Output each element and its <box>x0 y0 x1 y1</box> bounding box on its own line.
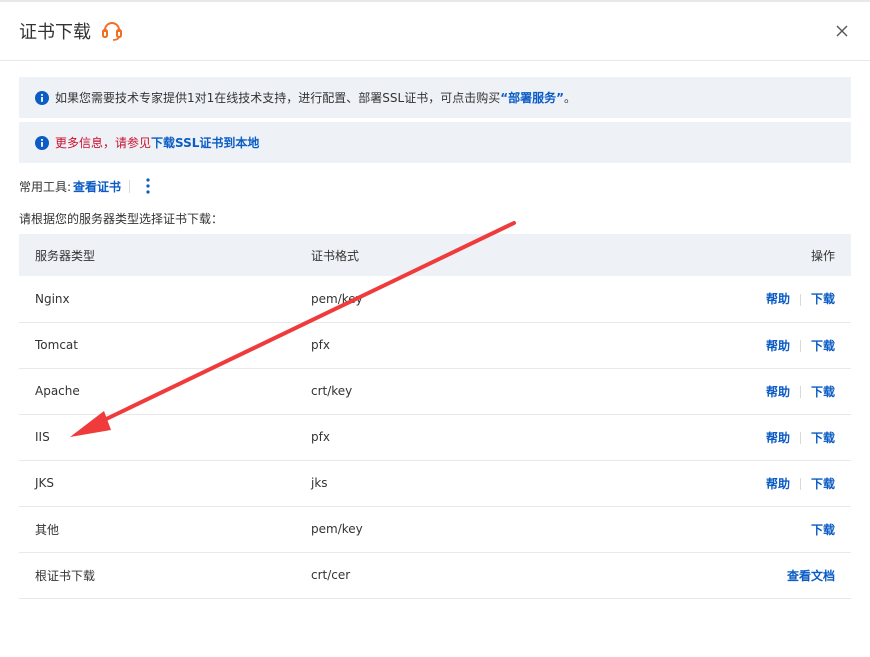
table-row: Apache crt/key 帮助 下载 <box>19 368 851 414</box>
table-row: 其他 pem/key 下载 <box>19 506 851 552</box>
notice-support: 如果您需要技术专家提供1对1在线技术支持，进行配置、部署SSL证书，可点击购买 “… <box>19 77 851 118</box>
cert-format-cell: jks <box>311 476 328 490</box>
divider <box>799 432 801 444</box>
dialog-header: 证书下载 <box>0 2 870 61</box>
header-cert-format: 证书格式 <box>311 248 360 263</box>
divider <box>799 386 801 398</box>
server-type-cell: 其他 <box>35 522 60 537</box>
server-type-cell: Tomcat <box>35 338 78 352</box>
download-ssl-local-link[interactable]: 下载SSL证书到本地 <box>151 134 259 151</box>
common-tools: 常用工具: 查看证书 <box>19 177 154 195</box>
cert-format-cell: pem/key <box>311 522 363 536</box>
cert-format-cell: crt/key <box>311 384 353 398</box>
server-type-cell: IIS <box>35 430 50 444</box>
table-row: Nginx pem/key 帮助 下载 <box>19 276 851 322</box>
divider <box>799 340 801 352</box>
common-tools-label: 常用工具: <box>19 179 72 194</box>
table-row: 根证书下载 crt/cer 查看文档 <box>19 552 851 598</box>
actions-cell: 帮助 下载 <box>611 414 851 460</box>
server-type-cell: 根证书下载 <box>35 568 96 583</box>
table-row: IIS pfx 帮助 下载 <box>19 414 851 460</box>
notice-more-info: 更多信息，请参见 下载SSL证书到本地 <box>19 122 851 163</box>
notice-support-text: 如果您需要技术专家提供1对1在线技术支持，进行配置、部署SSL证书，可点击购买 <box>55 91 501 105</box>
download-link[interactable]: 下载 <box>811 292 835 306</box>
headset-icon[interactable] <box>100 19 124 43</box>
info-icon <box>35 135 49 150</box>
table-header-row: 服务器类型 证书格式 操作 <box>19 234 851 276</box>
notice-support-end: 。 <box>563 91 576 105</box>
cert-format-cell: pfx <box>311 338 330 352</box>
server-type-cell: Apache <box>35 384 80 398</box>
close-icon[interactable] <box>833 22 851 40</box>
server-type-cell: Nginx <box>35 291 70 306</box>
divider <box>129 179 131 193</box>
cert-format-cell: crt/cer <box>311 568 351 582</box>
download-link[interactable]: 下载 <box>811 477 835 491</box>
actions-cell: 下载 <box>611 506 851 552</box>
header-server-type: 服务器类型 <box>35 248 96 263</box>
help-link[interactable]: 帮助 <box>766 292 790 306</box>
dialog-title: 证书下载 <box>19 22 91 43</box>
actions-cell: 帮助 下载 <box>611 322 851 368</box>
divider <box>799 478 801 490</box>
notice-more-info-text: 更多信息，请参见 <box>55 136 152 150</box>
table-row: Tomcat pfx 帮助 下载 <box>19 322 851 368</box>
actions-cell: 查看文档 <box>611 552 851 598</box>
divider <box>799 293 801 306</box>
info-icon <box>35 90 49 105</box>
help-link[interactable]: 帮助 <box>766 385 790 399</box>
server-type-cell: JKS <box>35 476 55 490</box>
help-link[interactable]: 帮助 <box>766 431 790 445</box>
more-vertical-icon[interactable] <box>142 176 154 196</box>
view-cert-link[interactable]: 查看证书 <box>73 178 121 195</box>
deploy-service-link[interactable]: “部署服务” <box>500 89 564 106</box>
help-link[interactable]: 帮助 <box>766 339 790 353</box>
actions-cell: 帮助 下载 <box>611 276 851 322</box>
table-row: JKS jks 帮助 下载 <box>19 460 851 506</box>
header-actions: 操作 <box>810 248 835 263</box>
cert-download-table: 服务器类型 证书格式 操作 Nginx pem/key 帮助 下载 Tomcat … <box>19 234 851 599</box>
download-link[interactable]: 下载 <box>811 339 835 353</box>
cert-format-cell: pem/key <box>311 291 363 306</box>
download-link[interactable]: 下载 <box>811 523 835 537</box>
actions-cell: 帮助 下载 <box>611 460 851 506</box>
help-link[interactable]: 帮助 <box>766 477 790 491</box>
choose-server-label: 请根据您的服务器类型选择证书下载： <box>19 212 224 226</box>
view-docs-link[interactable]: 查看文档 <box>787 569 835 583</box>
cert-format-cell: pfx <box>311 430 330 444</box>
actions-cell: 帮助 下载 <box>611 368 851 414</box>
download-link[interactable]: 下载 <box>811 385 835 399</box>
download-link[interactable]: 下载 <box>811 431 835 445</box>
